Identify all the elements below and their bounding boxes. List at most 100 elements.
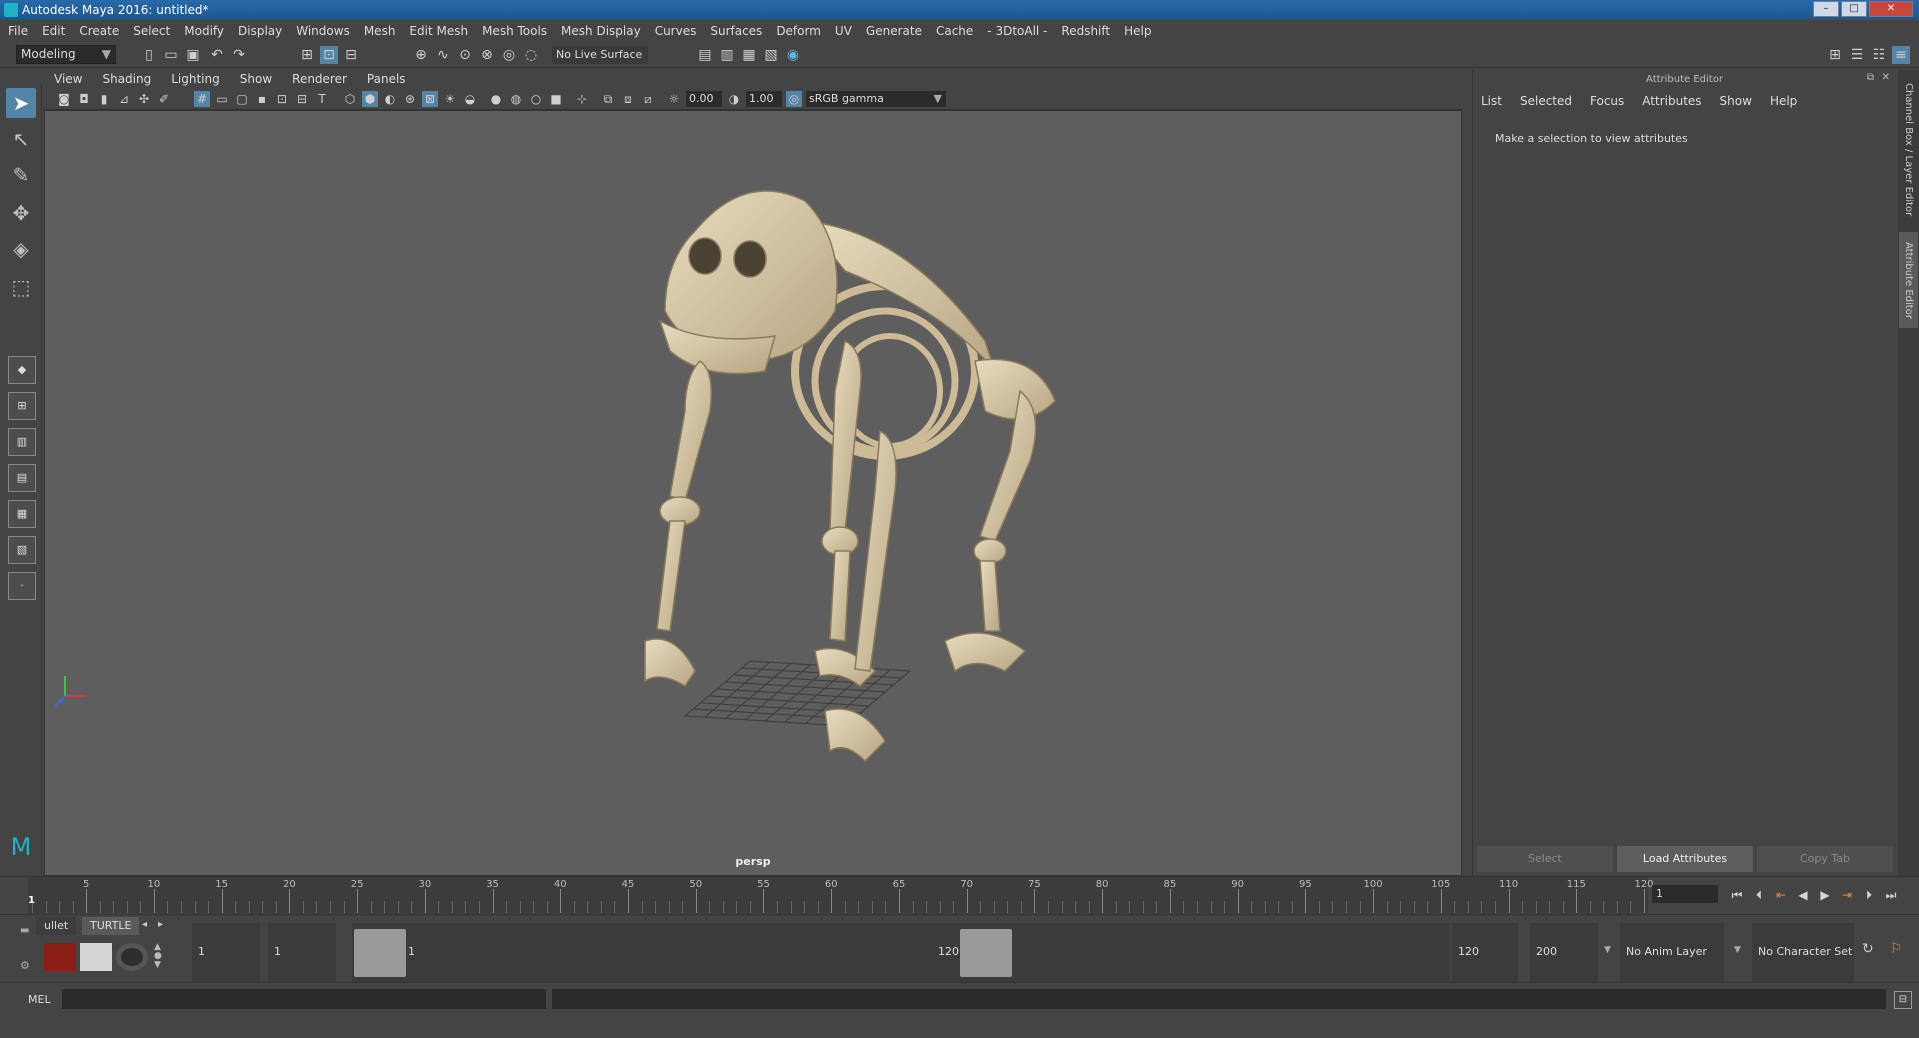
view-transform-dropdown[interactable]: sRGB gamma ▼ <box>806 91 946 107</box>
shelf-tab-turtle[interactable]: TURTLE <box>82 917 140 935</box>
bookmark-icon[interactable]: ▮ <box>96 91 112 107</box>
viewport-menu-panels[interactable]: Panels <box>367 72 406 86</box>
anim-layer-dropdown[interactable]: No Anim Layer <box>1620 923 1724 983</box>
persp-outliner-layout-icon[interactable]: ▧ <box>8 536 36 564</box>
attr-menu-focus[interactable]: Focus <box>1590 94 1624 108</box>
channel-box-toggle-icon[interactable]: ≡ <box>1892 46 1910 64</box>
save-scene-icon[interactable]: ▣ <box>184 46 202 64</box>
maximize-button[interactable]: □ <box>1841 1 1867 17</box>
shadows-icon[interactable]: ◒ <box>462 91 478 107</box>
snap-curve-icon[interactable]: ∿ <box>434 46 452 64</box>
attr-menu-show[interactable]: Show <box>1720 94 1752 108</box>
select-button[interactable]: Select <box>1477 846 1613 872</box>
film-gate-icon[interactable]: ▭ <box>214 91 230 107</box>
attr-menu-attributes[interactable]: Attributes <box>1642 94 1701 108</box>
select-component-icon[interactable]: ⊟ <box>342 46 360 64</box>
wireframe-on-shaded-icon[interactable]: ⊛ <box>402 91 418 107</box>
close-panel-icon[interactable]: ✕ <box>1882 72 1890 83</box>
step-back-frame-icon[interactable]: ⏴ <box>1750 887 1768 903</box>
grid-icon[interactable]: # <box>194 91 210 107</box>
attr-menu-selected[interactable]: Selected <box>1520 94 1572 108</box>
snap-grid-icon[interactable]: ⊕ <box>412 46 430 64</box>
xray-active-icon[interactable]: ⧈ <box>620 91 636 107</box>
select-object-icon[interactable]: ⊡ <box>320 46 338 64</box>
camera-icon[interactable]: ◙ <box>56 91 72 107</box>
render-settings-icon[interactable]: ▧ <box>762 46 780 64</box>
hypershade-icon[interactable]: ◉ <box>784 46 802 64</box>
shelf-settings-icon[interactable]: ⚙ <box>20 959 30 972</box>
rotate-tool-icon[interactable]: ◈ <box>6 234 36 264</box>
paint-select-tool-icon[interactable]: ✎ <box>6 160 36 190</box>
snap-surface-icon[interactable]: ◎ <box>500 46 518 64</box>
viewport-menu-show[interactable]: Show <box>240 72 272 86</box>
use-all-lights-icon[interactable]: ☀ <box>442 91 458 107</box>
range-start-handle[interactable] <box>354 929 406 977</box>
shelf-tab-bullet[interactable]: ullet <box>36 917 77 935</box>
safe-title-icon[interactable]: T <box>314 91 330 107</box>
minimize-button[interactable]: – <box>1813 1 1839 17</box>
persp-graph-layout-icon[interactable]: ▦ <box>8 500 36 528</box>
load-attributes-button[interactable]: Load Attributes <box>1617 846 1753 872</box>
menu-file[interactable]: File <box>8 24 28 38</box>
play-backwards-icon[interactable]: ◀ <box>1794 887 1812 903</box>
xray-joints-icon[interactable]: ⧄ <box>640 91 656 107</box>
image-plane-icon[interactable]: ⊿ <box>116 91 132 107</box>
step-forward-frame-icon[interactable]: ⏵ <box>1860 887 1878 903</box>
snap-point-icon[interactable]: ⊙ <box>456 46 474 64</box>
render-view-icon[interactable]: ▤ <box>696 46 714 64</box>
end-time-field[interactable]: 200 <box>1530 923 1598 983</box>
script-language-label[interactable]: MEL <box>28 993 51 1006</box>
menu-redshift[interactable]: Redshift <box>1061 24 1110 38</box>
isolate-select-icon[interactable]: ⊹ <box>574 91 590 107</box>
close-button[interactable]: ✕ <box>1869 1 1913 17</box>
attr-menu-list[interactable]: List <box>1481 94 1502 108</box>
open-scene-icon[interactable]: ▭ <box>162 46 180 64</box>
multisample-icon[interactable]: ○ <box>528 91 544 107</box>
step-back-key-icon[interactable]: ⇤ <box>1772 887 1790 903</box>
camera-attributes-icon[interactable]: ◘ <box>76 91 92 107</box>
resolution-gate-icon[interactable]: ▢ <box>234 91 250 107</box>
exposure-icon[interactable]: ☼ <box>666 91 682 107</box>
gate-mask-icon[interactable]: ▪ <box>254 91 270 107</box>
safe-action-icon[interactable]: ⊟ <box>294 91 310 107</box>
shelf-scroll-right-icon[interactable]: ▸ <box>158 919 163 930</box>
menu-create[interactable]: Create <box>79 24 119 38</box>
custom-layout-icon[interactable]: · <box>8 572 36 600</box>
viewport-menu-view[interactable]: View <box>54 72 82 86</box>
viewport-menu-lighting[interactable]: Lighting <box>171 72 220 86</box>
ipr-render-icon[interactable]: ▦ <box>740 46 758 64</box>
attribute-editor-toggle-icon[interactable]: ☰ <box>1848 46 1866 64</box>
exposure-field[interactable]: 0.00 <box>686 91 722 107</box>
tab-attribute-editor[interactable]: Attribute Editor <box>1899 232 1918 328</box>
play-forwards-icon[interactable]: ▶ <box>1816 887 1834 903</box>
make-live-icon[interactable]: ◌ <box>522 46 540 64</box>
select-tool-icon[interactable]: ➤ <box>6 88 36 118</box>
grease-pencil-icon[interactable]: ✐ <box>156 91 172 107</box>
playback-end-field[interactable]: 120 <box>1452 923 1518 983</box>
tab-channel-box[interactable]: Channel Box / Layer Editor <box>1899 80 1918 220</box>
float-panel-icon[interactable]: ⧉ <box>1867 72 1874 83</box>
field-chart-icon[interactable]: ⊡ <box>274 91 290 107</box>
shelf-scroll-left-icon[interactable]: ◂ <box>142 919 147 930</box>
menu-select[interactable]: Select <box>133 24 170 38</box>
depth-of-field-icon[interactable]: ■ <box>548 91 564 107</box>
range-end-handle[interactable] <box>960 929 1012 977</box>
start-time-field[interactable]: 1 <box>192 923 260 983</box>
viewport-menu-renderer[interactable]: Renderer <box>292 72 347 86</box>
render-frame-icon[interactable]: ▥ <box>718 46 736 64</box>
menu-edit[interactable]: Edit <box>42 24 65 38</box>
select-hierarchy-icon[interactable]: ⊞ <box>298 46 316 64</box>
default-material-icon[interactable]: ◐ <box>382 91 398 107</box>
attr-menu-help[interactable]: Help <box>1770 94 1797 108</box>
viewport-menu-shading[interactable]: Shading <box>102 72 151 86</box>
redo-icon[interactable]: ↷ <box>230 46 248 64</box>
menu-mesh[interactable]: Mesh <box>364 24 396 38</box>
menu-uv[interactable]: UV <box>835 24 852 38</box>
collapse-shelf-icon[interactable]: ▬ <box>20 925 29 936</box>
character-set-dropdown[interactable]: No Character Set <box>1752 923 1854 983</box>
2d-pan-zoom-icon[interactable]: ✣ <box>136 91 152 107</box>
four-pane-layout-icon[interactable]: ⊞ <box>8 392 36 420</box>
go-to-end-icon[interactable]: ⏭ <box>1882 887 1900 903</box>
playback-start-field[interactable]: 1 <box>268 923 336 983</box>
smooth-shade-icon[interactable]: ⬢ <box>362 91 378 107</box>
